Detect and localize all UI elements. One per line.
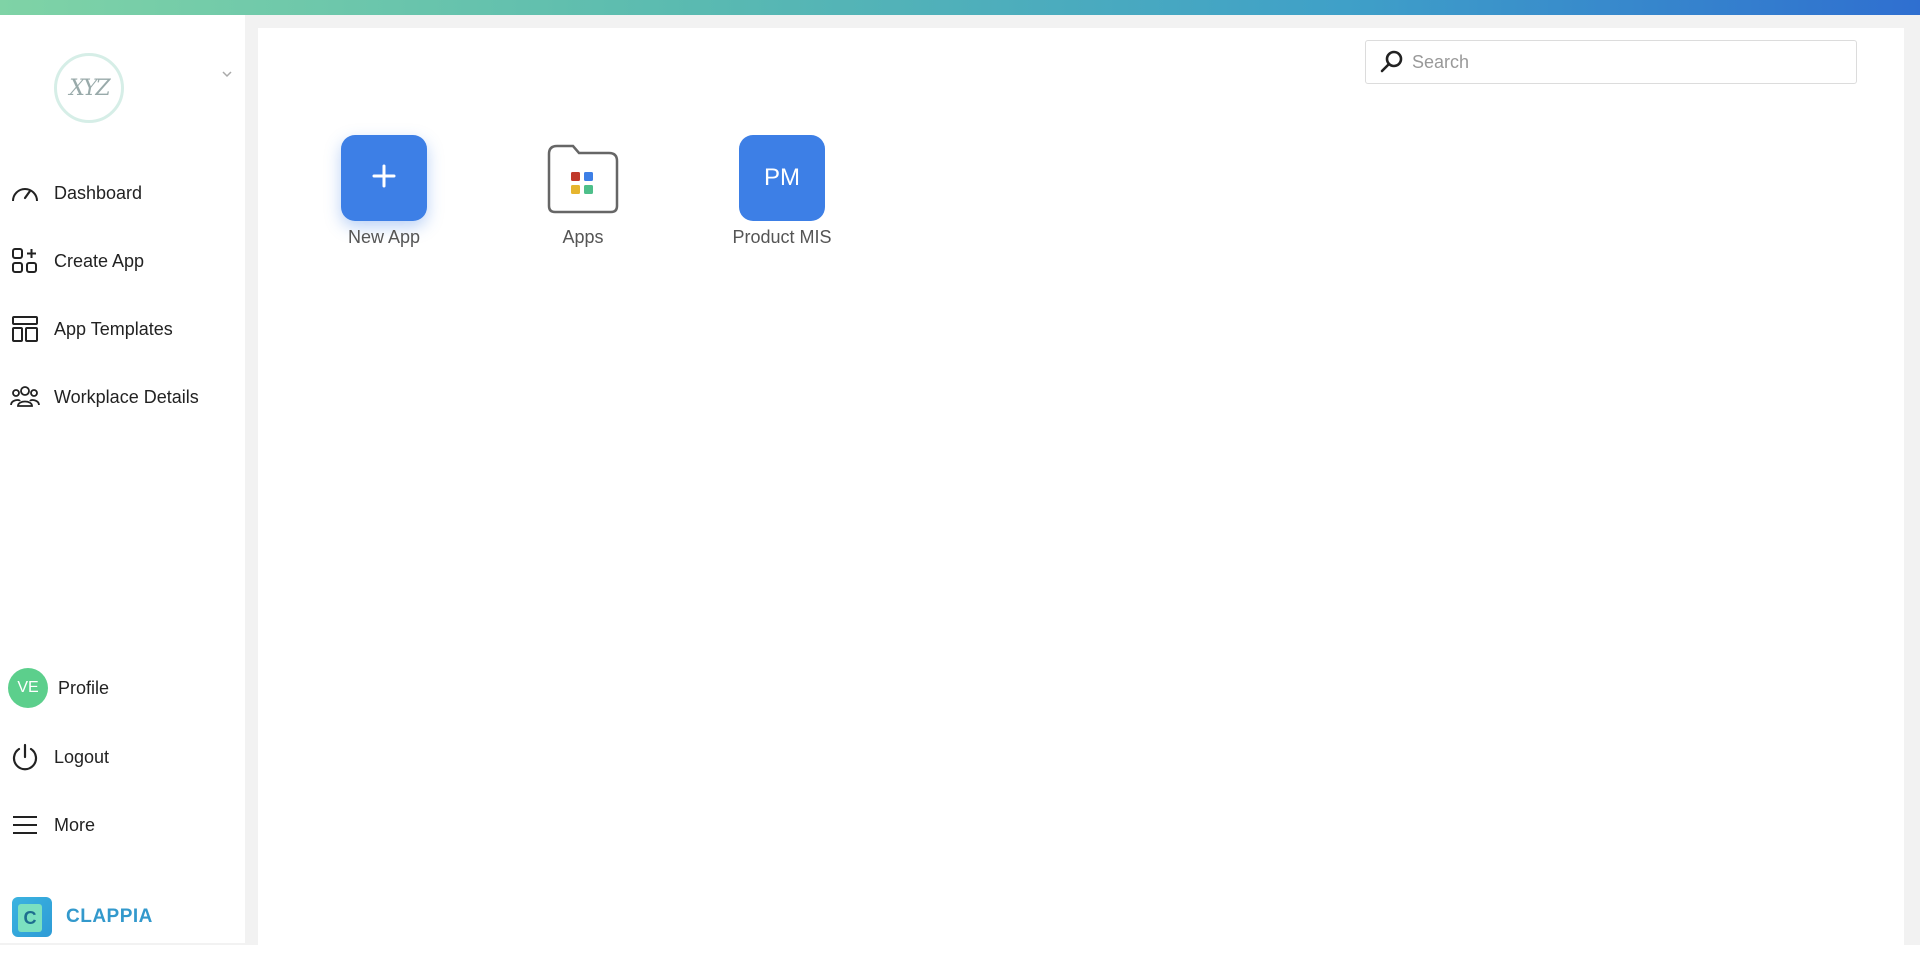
tile-label: Apps bbox=[562, 227, 604, 247]
folder-apps-icon[interactable] bbox=[540, 135, 626, 221]
tile-label: Product MIS bbox=[732, 227, 832, 247]
tile-label: New App bbox=[347, 227, 421, 247]
plus-icon bbox=[369, 158, 399, 198]
sidebar-item-logout[interactable]: Logout bbox=[8, 739, 238, 775]
sidebar-item-label: Create App bbox=[54, 250, 145, 271]
workspace-logo-text: XYZ bbox=[69, 75, 111, 101]
sidebar-item-profile[interactable]: VE Profile bbox=[8, 668, 238, 708]
search-input[interactable] bbox=[1412, 51, 1832, 73]
templates-icon bbox=[8, 312, 42, 346]
sidebar-item-label: More bbox=[54, 814, 96, 835]
new-app-button[interactable] bbox=[341, 135, 427, 221]
brand-logo: C CLAPPIA bbox=[12, 895, 153, 939]
sidebar: XYZ Dashboard Create App App Templates W… bbox=[0, 15, 245, 943]
search-box[interactable] bbox=[1365, 40, 1857, 84]
main-content bbox=[258, 28, 1904, 945]
sidebar-item-label: Profile bbox=[58, 677, 110, 698]
dashboard-gauge-icon bbox=[8, 176, 42, 210]
hamburger-menu-icon bbox=[8, 808, 42, 842]
sidebar-item-label: Workplace Details bbox=[54, 386, 199, 407]
sidebar-item-dashboard[interactable]: Dashboard bbox=[8, 175, 238, 211]
sidebar-item-label: Logout bbox=[54, 746, 110, 767]
sidebar-item-more[interactable]: More bbox=[8, 807, 238, 843]
new-app-tile[interactable]: New App bbox=[319, 135, 449, 248]
search-icon bbox=[1372, 42, 1412, 82]
bottom-strip bbox=[0, 945, 1920, 964]
sidebar-item-label: App Templates bbox=[54, 318, 173, 339]
top-gradient-bar bbox=[0, 0, 1920, 15]
sidebar-item-app-templates[interactable]: App Templates bbox=[8, 311, 238, 347]
people-group-icon bbox=[8, 380, 42, 414]
power-icon bbox=[8, 740, 42, 774]
sidebar-item-workplace-details[interactable]: Workplace Details bbox=[8, 379, 238, 415]
clappia-logo-icon: C bbox=[12, 897, 52, 937]
avatar: VE bbox=[8, 668, 48, 708]
sidebar-item-create-app[interactable]: Create App bbox=[8, 243, 238, 279]
brand-name: CLAPPIA bbox=[66, 906, 153, 927]
app-initials: PM bbox=[764, 164, 800, 191]
workspace-logo[interactable]: XYZ bbox=[54, 53, 124, 123]
apps-folder-tile[interactable]: Apps bbox=[518, 135, 648, 248]
create-app-icon bbox=[8, 244, 42, 278]
product-mis-tile[interactable]: PM Product MIS bbox=[717, 135, 847, 248]
brand-mark-letter: C bbox=[18, 904, 42, 932]
chevron-down-icon[interactable] bbox=[220, 67, 234, 81]
sidebar-item-label: Dashboard bbox=[54, 182, 143, 203]
app-initials-badge[interactable]: PM bbox=[739, 135, 825, 221]
